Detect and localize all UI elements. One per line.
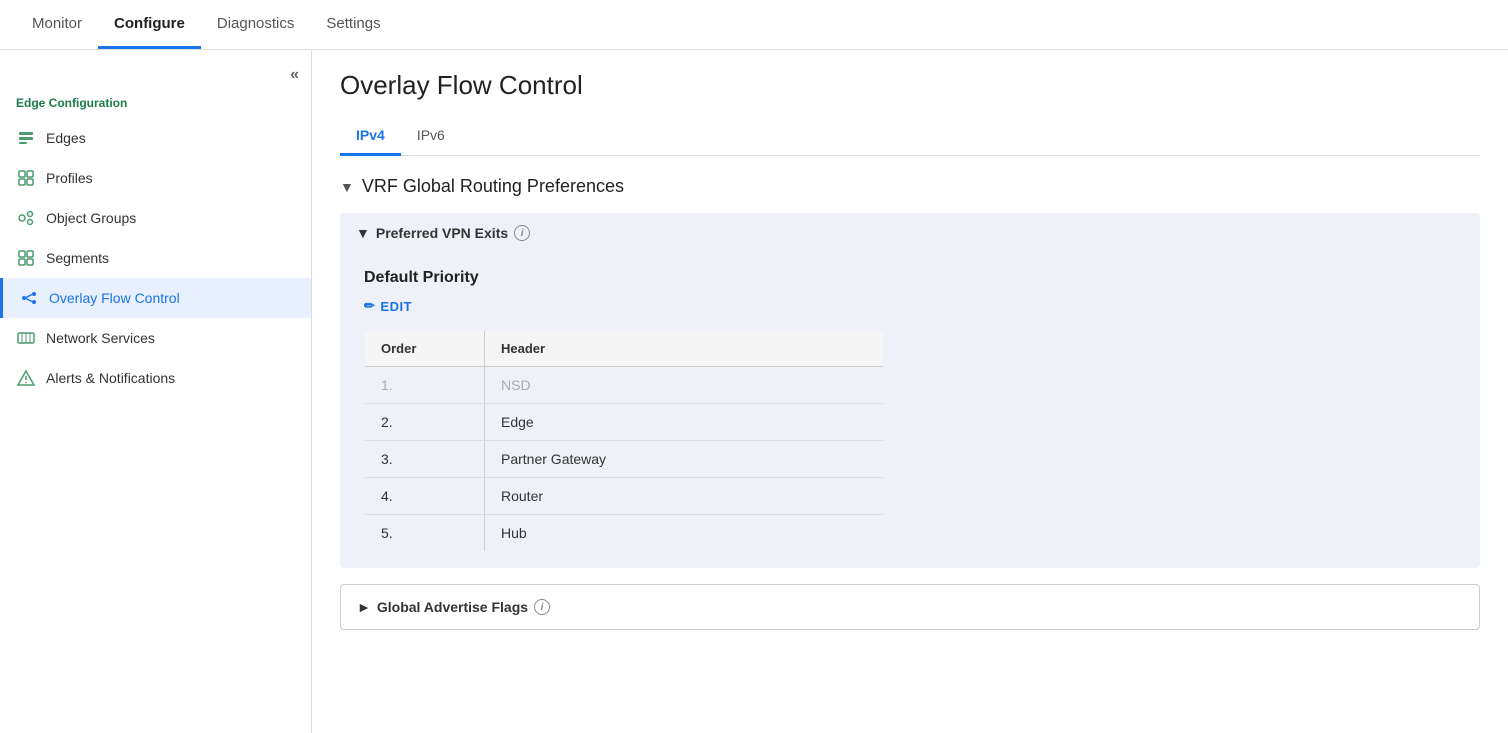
network-services-icon (16, 328, 36, 348)
table-cell-header: Partner Gateway (485, 441, 884, 478)
main-layout: « Edge Configuration Edges Profiles Obje… (0, 50, 1508, 733)
vrf-chevron-icon[interactable]: ▼ (340, 179, 354, 195)
default-priority-section: Default Priority ✏ EDIT Order Header 1.N… (340, 253, 1480, 568)
vpn-exits-info-icon[interactable]: i (514, 225, 530, 241)
sidebar-label-alerts-notifications: Alerts & Notifications (46, 370, 175, 386)
vpn-exits-header[interactable]: ▼ Preferred VPN Exits i (340, 213, 1480, 253)
table-cell-header: NSD (485, 367, 884, 404)
table-cell-header: Edge (485, 404, 884, 441)
sidebar-item-profiles[interactable]: Profiles (0, 158, 311, 198)
tab-bar: IPv4 IPv6 (340, 117, 1480, 156)
sidebar-item-edges[interactable]: Edges (0, 118, 311, 158)
sidebar-item-segments[interactable]: Segments (0, 238, 311, 278)
edit-label: EDIT (380, 299, 412, 314)
vpn-exits-chevron-icon[interactable]: ▼ (356, 225, 370, 241)
global-flags-chevron-icon[interactable]: ► (357, 599, 371, 615)
sidebar: « Edge Configuration Edges Profiles Obje… (0, 50, 312, 733)
alerts-notifications-icon (16, 368, 36, 388)
vrf-section-title: VRF Global Routing Preferences (362, 176, 624, 197)
content-area: Overlay Flow Control IPv4 IPv6 ▼ VRF Glo… (312, 50, 1508, 733)
global-advertise-flags-panel: ► Global Advertise Flags i (340, 584, 1480, 630)
sidebar-section-label: Edge Configuration (0, 92, 311, 118)
sidebar-label-profiles: Profiles (46, 170, 93, 186)
global-advertise-flags-header[interactable]: ► Global Advertise Flags i (341, 585, 1479, 629)
sidebar-label-network-services: Network Services (46, 330, 155, 346)
priority-table: Order Header 1.NSD2.Edge3.Partner Gatewa… (364, 330, 884, 552)
table-header-header: Header (485, 331, 884, 367)
sidebar-label-object-groups: Object Groups (46, 210, 136, 226)
edges-icon (16, 128, 36, 148)
table-cell-order: 5. (365, 515, 485, 552)
table-row: 2.Edge (365, 404, 884, 441)
sidebar-item-object-groups[interactable]: Object Groups (0, 198, 311, 238)
table-cell-order: 4. (365, 478, 485, 515)
nav-configure[interactable]: Configure (98, 1, 201, 49)
tab-ipv4[interactable]: IPv4 (340, 117, 401, 156)
tab-ipv6[interactable]: IPv6 (401, 117, 461, 156)
global-flags-label: Global Advertise Flags (377, 599, 528, 615)
sidebar-item-alerts-notifications[interactable]: Alerts & Notifications (0, 358, 311, 398)
profiles-icon (16, 168, 36, 188)
top-navigation: Monitor Configure Diagnostics Settings (0, 0, 1508, 50)
nav-monitor[interactable]: Monitor (16, 1, 98, 49)
edit-button[interactable]: ✏ EDIT (364, 298, 412, 314)
nav-diagnostics[interactable]: Diagnostics (201, 1, 311, 49)
segments-icon (16, 248, 36, 268)
collapse-icon[interactable]: « (290, 66, 299, 84)
table-cell-order: 3. (365, 441, 485, 478)
sidebar-collapse-button[interactable]: « (0, 62, 311, 92)
table-row: 1.NSD (365, 367, 884, 404)
vpn-exits-panel: ▼ Preferred VPN Exits i Default Priority… (340, 213, 1480, 568)
table-cell-header: Hub (485, 515, 884, 552)
sidebar-item-overlay-flow-control[interactable]: Overlay Flow Control (0, 278, 311, 318)
table-cell-order: 1. (365, 367, 485, 404)
vpn-exits-label: Preferred VPN Exits (376, 225, 508, 241)
sidebar-label-segments: Segments (46, 250, 109, 266)
vrf-section-header: ▼ VRF Global Routing Preferences (340, 176, 1480, 197)
overlay-flow-control-icon (19, 288, 39, 308)
table-row: 5.Hub (365, 515, 884, 552)
table-row: 3.Partner Gateway (365, 441, 884, 478)
table-cell-order: 2. (365, 404, 485, 441)
table-cell-header: Router (485, 478, 884, 515)
page-title: Overlay Flow Control (340, 70, 1480, 101)
edit-pencil-icon: ✏ (364, 298, 375, 314)
sidebar-label-overlay-flow-control: Overlay Flow Control (49, 290, 180, 306)
default-priority-title: Default Priority (364, 269, 1456, 287)
sidebar-item-network-services[interactable]: Network Services (0, 318, 311, 358)
sidebar-label-edges: Edges (46, 130, 86, 146)
object-groups-icon (16, 208, 36, 228)
table-row: 4.Router (365, 478, 884, 515)
nav-settings[interactable]: Settings (310, 1, 396, 49)
table-header-order: Order (365, 331, 485, 367)
global-flags-info-icon[interactable]: i (534, 599, 550, 615)
